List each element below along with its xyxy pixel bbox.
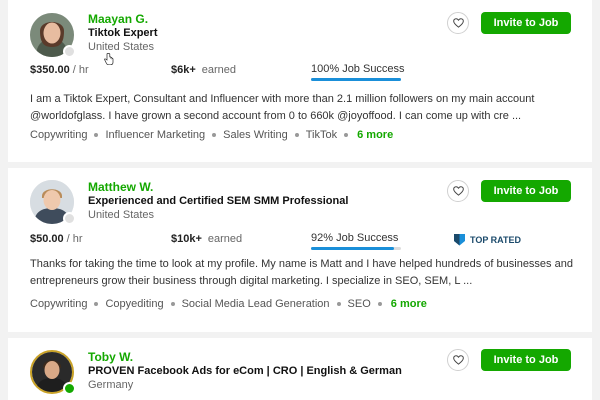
job-success-bar [311,247,401,250]
job-success-fill [311,247,394,250]
skill-tag[interactable]: SEO [348,298,371,310]
freelancer-card: Toby W. PROVEN Facebook Ads for eCom | C… [8,338,592,400]
rate-amount: $350.00 [30,64,70,76]
hourly-rate: $50.00/ hr [30,233,83,245]
separator-dot [212,133,217,137]
freelancer-title: Tiktok Expert [88,27,158,39]
freelancer-list: Maayan G. Tiktok Expert United States In… [0,0,600,400]
job-success-fill [311,78,401,81]
hourly-rate: $350.00/ hr [30,64,89,76]
separator-dot [377,302,382,306]
skill-tag[interactable]: Sales Writing [223,129,288,141]
separator-dot [336,302,341,306]
skill-tag[interactable]: TikTok [306,129,337,141]
freelancer-description: Thanks for taking the time to look at my… [30,258,573,287]
total-earned: $10k+ earned [171,233,242,245]
freelancer-description: I am a Tiktok Expert, Consultant and Inf… [30,93,535,122]
freelancer-location: United States [88,41,155,53]
separator-dot [170,302,175,306]
skill-tag[interactable]: Copywriting [30,298,87,310]
more-skills-link[interactable]: 6 more [357,129,393,141]
earned-label: earned [207,233,243,245]
separator-dot [294,133,299,137]
skill-tag[interactable]: Copywriting [30,129,87,141]
top-rated-badge-icon [454,234,465,246]
rate-amount: $50.00 [30,233,64,245]
freelancer-card: Maayan G. Tiktok Expert United States In… [8,0,592,162]
heart-icon [452,186,464,196]
more-skills-link[interactable]: 6 more [391,298,427,310]
save-freelancer-button[interactable] [447,180,469,202]
freelancer-name[interactable]: Maayan G. [88,12,148,26]
hand-pointer-icon [104,52,114,70]
heart-icon [452,355,464,365]
top-rated-badge: TOP RATED [453,233,521,246]
badge-label: TOP RATED [470,234,522,245]
invite-to-job-button[interactable]: Invite to Job [481,12,571,34]
freelancer-title: PROVEN Facebook Ads for eCom | CRO | Eng… [88,365,402,377]
freelancer-location: Germany [88,379,134,391]
status-indicator [63,212,76,225]
job-success-label: 100% Job Success [311,63,405,75]
freelancer-name[interactable]: Toby W. [88,350,133,364]
total-earned: $6k+ earned [171,64,236,76]
invite-to-job-button[interactable]: Invite to Job [481,180,571,202]
status-indicator [63,382,76,395]
rate-unit: / hr [72,64,89,76]
rate-unit: / hr [66,233,83,245]
skills-list: Copywriting Influencer Marketing Sales W… [30,129,393,141]
freelancer-name[interactable]: Matthew W. [88,180,153,194]
heart-icon [452,18,464,28]
skill-tag[interactable]: Social Media Lead Generation [182,298,330,310]
separator-dot [94,133,99,137]
job-success-bar [311,78,401,81]
earned-amount: $10k+ [171,233,202,245]
freelancer-card: Matthew W. Experienced and Certified SEM… [8,168,592,332]
job-success-label: 92% Job Success [311,232,399,244]
skills-list: Copywriting Copyediting Social Media Lea… [30,298,427,310]
separator-dot [344,133,349,137]
earned-amount: $6k+ [171,64,196,76]
status-indicator [63,45,76,58]
separator-dot [94,302,99,306]
save-freelancer-button[interactable] [447,12,469,34]
skill-tag[interactable]: Influencer Marketing [105,129,205,141]
skill-tag[interactable]: Copyediting [105,298,163,310]
invite-to-job-button[interactable]: Invite to Job [481,349,571,371]
freelancer-title: Experienced and Certified SEM SMM Profes… [88,195,349,207]
save-freelancer-button[interactable] [447,349,469,371]
freelancer-location: United States [88,209,155,221]
earned-label: earned [201,64,237,76]
